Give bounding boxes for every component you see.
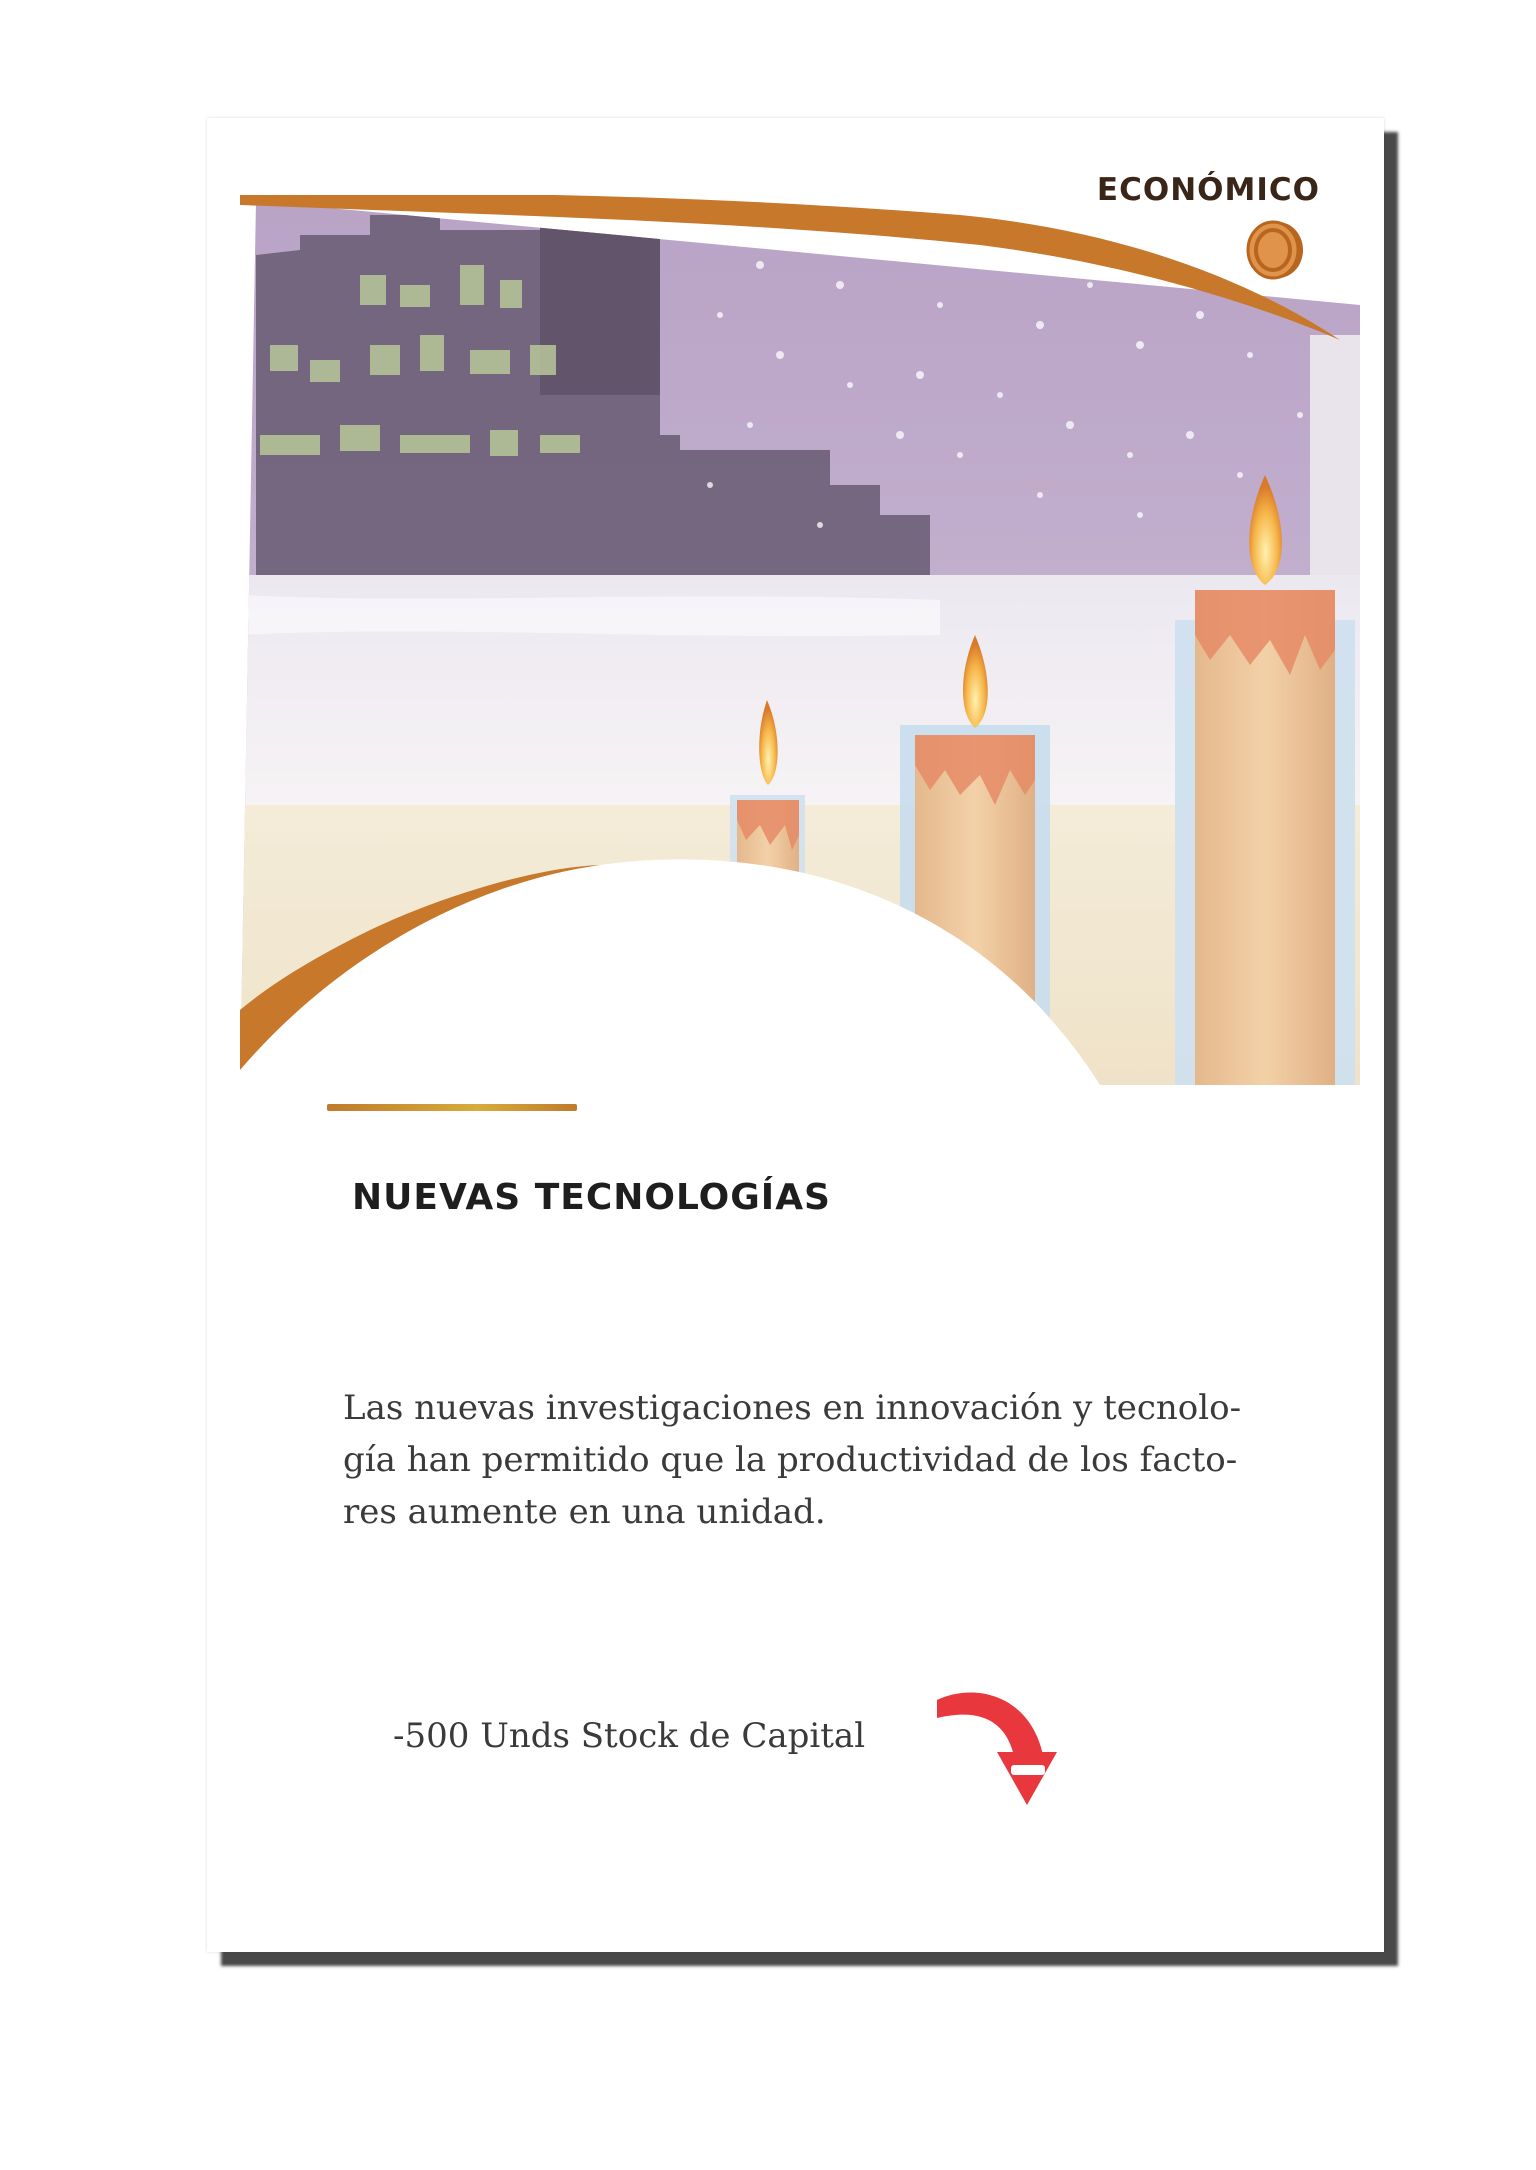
title-divider (327, 1104, 577, 1111)
category-label: ECONÓMICO (1096, 172, 1320, 208)
card-title: NUEVAS TECNOLOGÍAS (352, 1177, 831, 1218)
card-description: Las nuevas investigaciones en innovación… (343, 1388, 1242, 1532)
candles-illustration (240, 195, 1360, 1085)
down-arrow-icon (937, 1692, 1057, 1805)
effect-text: -500 Unds Stock de Capital (393, 1716, 866, 1756)
coin-icon (1246, 220, 1303, 280)
